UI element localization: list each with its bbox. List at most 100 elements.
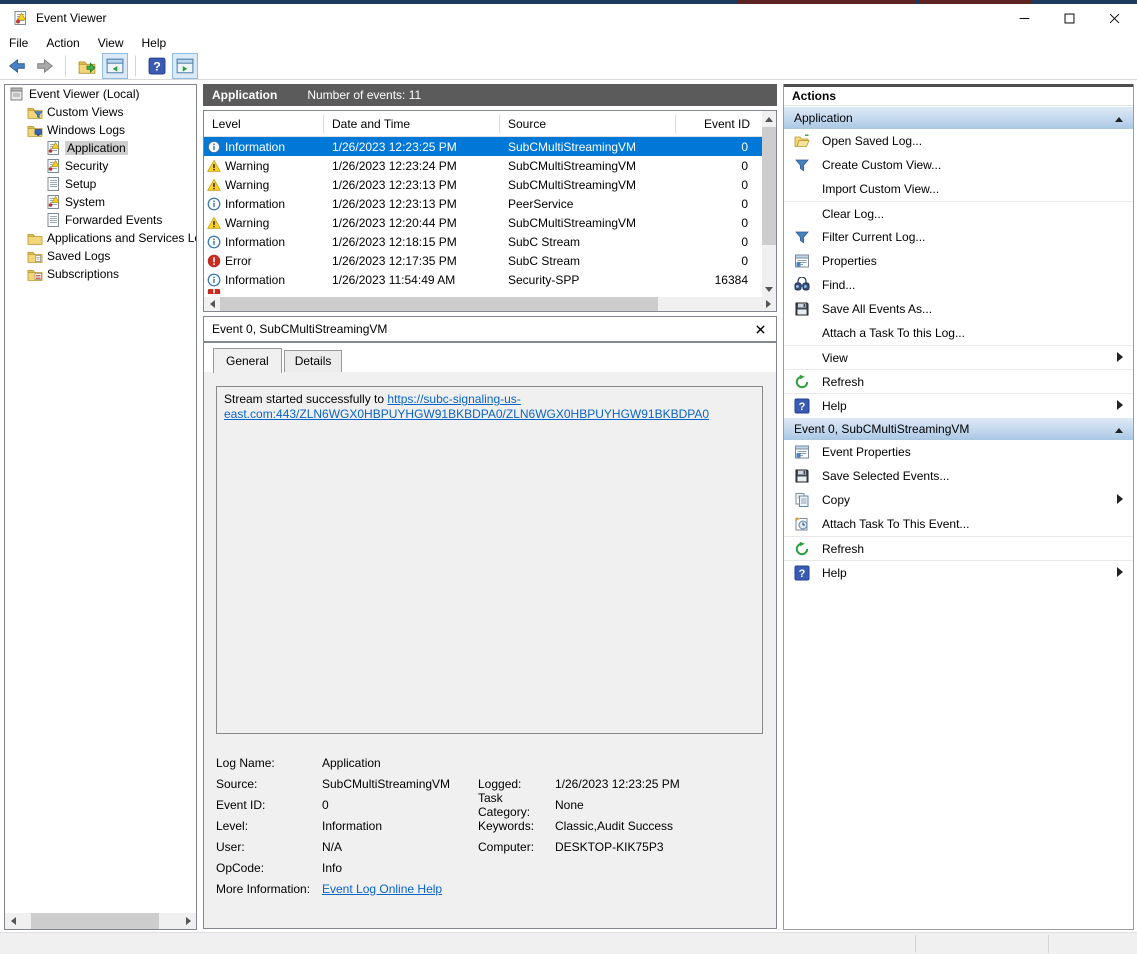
tree-item[interactable]: Windows Logs xyxy=(5,121,196,139)
action-item[interactable]: Create Custom View... xyxy=(784,153,1133,177)
scrollbar-thumb[interactable] xyxy=(220,297,658,311)
services-logs-icon xyxy=(27,230,43,246)
collapse-icon[interactable] xyxy=(1115,422,1123,436)
close-button[interactable] xyxy=(1092,4,1137,32)
find-icon xyxy=(794,277,810,293)
tree-item[interactable]: Application xyxy=(5,139,196,157)
submenu-arrow-icon xyxy=(1117,493,1123,507)
tab[interactable]: Details xyxy=(284,350,343,372)
submenu-arrow-icon xyxy=(1117,399,1123,413)
table-row[interactable]: Information 1/26/2023 12:18:15 PM SubC S… xyxy=(204,232,762,251)
event-log-icon xyxy=(45,140,61,156)
event-description[interactable]: Stream started successfully to https://s… xyxy=(216,386,763,734)
tree-item[interactable]: Security xyxy=(5,157,196,175)
field-link[interactable]: Event Log Online Help xyxy=(322,882,442,896)
action-item[interactable]: Clear Log... xyxy=(784,201,1133,225)
actions-section-header-event[interactable]: Event 0, SubCMultiStreamingVM xyxy=(784,417,1133,440)
detail-close-button[interactable] xyxy=(752,321,768,337)
help-icon: ? xyxy=(794,398,810,414)
action-item[interactable]: Open Saved Log... xyxy=(784,129,1133,153)
tree-item[interactable]: Setup xyxy=(5,175,196,193)
column-header-datetime[interactable]: Date and Time xyxy=(324,115,500,133)
table-row[interactable]: Warning 1/26/2023 12:23:13 PM SubCMultiS… xyxy=(204,175,762,194)
field-row: Computer: DESKTOP-KIK75P3 xyxy=(478,836,758,857)
tree-item[interactable]: Forwarded Events xyxy=(5,211,196,229)
menu-item[interactable]: View xyxy=(89,34,133,52)
toolbar-button[interactable] xyxy=(65,55,69,77)
toolbar-button[interactable] xyxy=(102,53,128,79)
tree-item[interactable]: Subscriptions xyxy=(5,265,196,283)
table-horizontal-scrollbar[interactable] xyxy=(204,297,776,311)
maximize-button[interactable] xyxy=(1047,4,1092,32)
toolbar-button[interactable] xyxy=(74,53,100,79)
field-row: Keywords: Classic,Audit Success xyxy=(478,815,758,836)
table-row[interactable]: Information 1/26/2023 12:23:25 PM SubCMu… xyxy=(204,137,762,156)
tab[interactable]: General xyxy=(213,348,282,373)
action-item[interactable]: Event Properties xyxy=(784,440,1133,464)
table-row[interactable]: Information 1/26/2023 11:54:49 AM Securi… xyxy=(204,270,762,289)
tree-item[interactable]: System xyxy=(5,193,196,211)
table-vertical-scrollbar[interactable] xyxy=(762,111,776,297)
tree-item[interactable]: Saved Logs xyxy=(5,247,196,265)
column-header-source[interactable]: Source xyxy=(500,115,676,133)
action-item[interactable]: Refresh xyxy=(784,536,1133,560)
field-row: More Information: Event Log Online Help xyxy=(216,878,763,899)
scroll-right-button[interactable] xyxy=(180,913,196,929)
action-item[interactable]: Properties xyxy=(784,249,1133,273)
action-item[interactable]: Find... xyxy=(784,273,1133,297)
table-row[interactable] xyxy=(204,289,762,294)
toolbar-button[interactable]: ? xyxy=(144,53,170,79)
toolbar-button[interactable] xyxy=(32,53,58,79)
action-item[interactable]: Save All Events As... xyxy=(784,297,1133,321)
table-row[interactable]: Warning 1/26/2023 12:23:24 PM SubCMultiS… xyxy=(204,156,762,175)
menu-item[interactable]: Action xyxy=(37,34,88,52)
tree-item[interactable]: Custom Views xyxy=(5,103,196,121)
actions-section-header-application[interactable]: Application xyxy=(784,106,1133,129)
menu-item[interactable]: File xyxy=(0,34,37,52)
action-item[interactable]: ? Help xyxy=(784,560,1133,584)
field-row: OpCode: Info xyxy=(216,857,763,878)
scroll-left-button[interactable] xyxy=(204,297,220,311)
collapse-icon[interactable] xyxy=(1115,111,1123,125)
warning-icon xyxy=(207,178,221,192)
tree-horizontal-scrollbar[interactable] xyxy=(5,913,196,929)
svg-text:?: ? xyxy=(153,60,161,74)
event-log-icon xyxy=(45,158,61,174)
action-item[interactable]: Attach Task To This Event... xyxy=(784,512,1133,536)
list-title: Application xyxy=(212,88,277,102)
subscriptions-icon xyxy=(27,266,43,282)
open-folder-icon xyxy=(794,133,810,149)
copy-icon xyxy=(794,492,810,508)
action-item[interactable]: Attach a Task To this Log... xyxy=(784,321,1133,345)
action-item[interactable]: Import Custom View... xyxy=(784,177,1133,201)
close-icon xyxy=(756,325,765,334)
action-item[interactable]: Refresh xyxy=(784,369,1133,393)
field-row: Log Name: Application xyxy=(216,752,763,773)
action-item[interactable]: View xyxy=(784,345,1133,369)
column-header-eventid[interactable]: Event ID xyxy=(676,115,758,133)
scroll-up-button[interactable] xyxy=(762,111,776,127)
menu-item[interactable]: Help xyxy=(133,34,176,52)
action-item[interactable]: Save Selected Events... xyxy=(784,464,1133,488)
scrollbar-thumb[interactable] xyxy=(762,127,776,245)
tree-item[interactable]: Applications and Services Logs xyxy=(5,229,196,247)
minimize-button[interactable] xyxy=(1002,4,1047,32)
tree-item[interactable]: Event Viewer (Local) xyxy=(5,85,196,103)
table-row[interactable]: Warning 1/26/2023 12:20:44 PM SubCMultiS… xyxy=(204,213,762,232)
export-icon xyxy=(78,57,96,75)
table-row[interactable]: Information 1/26/2023 12:23:13 PM PeerSe… xyxy=(204,194,762,213)
toolbar-button[interactable] xyxy=(172,53,198,79)
scroll-down-button[interactable] xyxy=(762,281,776,297)
table-row[interactable]: Error 1/26/2023 12:17:35 PM SubC Stream … xyxy=(204,251,762,270)
toolbar-button[interactable] xyxy=(135,55,139,77)
action-item[interactable]: Filter Current Log... xyxy=(784,225,1133,249)
action-item[interactable]: Copy xyxy=(784,488,1133,512)
toolbar-button[interactable] xyxy=(4,53,30,79)
console-tree-panel: Event Viewer (Local) Custom Views Window… xyxy=(4,84,197,930)
scrollbar-thumb[interactable] xyxy=(31,913,159,929)
svg-text:?: ? xyxy=(799,568,806,580)
action-item[interactable]: ? Help xyxy=(784,393,1133,417)
column-header-level[interactable]: Level xyxy=(204,115,324,133)
scroll-right-button[interactable] xyxy=(760,297,776,311)
scroll-left-button[interactable] xyxy=(5,913,21,929)
